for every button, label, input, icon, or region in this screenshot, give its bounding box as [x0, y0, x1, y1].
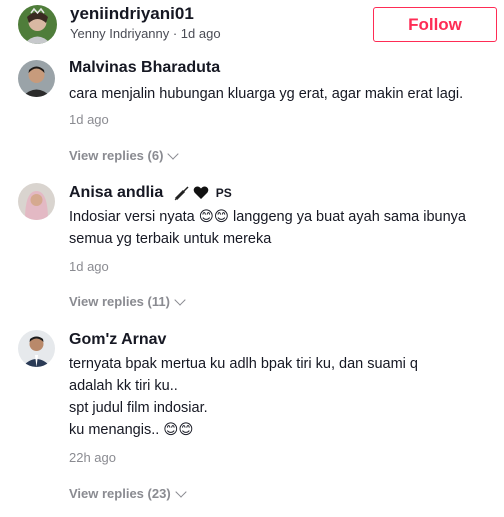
comment-author[interactable]: Anisa andlia PS — [69, 184, 232, 202]
name-suffix: PS — [215, 185, 232, 200]
author-username[interactable]: yeniindriyani01 — [70, 4, 194, 24]
view-replies-button[interactable]: View replies (23) — [69, 485, 187, 501]
comment-text: Indosiar versi nyata 😊😊 langgeng ya buat… — [69, 209, 466, 247]
view-replies-button[interactable]: View replies (11) — [69, 293, 186, 309]
avatar[interactable] — [18, 183, 55, 220]
heart-icon — [193, 186, 209, 200]
chevron-down-icon — [167, 147, 180, 160]
chevron-down-icon — [174, 485, 187, 498]
follow-button[interactable]: Follow — [373, 7, 497, 42]
avatar[interactable] — [18, 5, 57, 44]
comment-item: Gom'z Arnav ternyata bpak mertua ku adlh… — [0, 327, 504, 507]
comment-text-line: adalah kk tiri ku.. — [69, 378, 178, 394]
comment-time: 1d ago — [69, 112, 109, 127]
view-replies-label: View replies (23) — [69, 486, 171, 501]
comment-author[interactable]: Malvinas Bharaduta — [69, 59, 220, 77]
comment-text: cara menjalin hubungan kluarga yg erat, … — [69, 86, 464, 102]
view-replies-label: View replies (6) — [69, 148, 164, 163]
syringe-icon — [174, 186, 189, 201]
comment-text-line: spt judul film indosiar. — [69, 400, 208, 416]
comment-item: Malvinas Bharaduta cara menjalin hubunga… — [0, 55, 504, 165]
comment-time: 22h ago — [69, 450, 116, 465]
author-meta: Yenny Indriyanny · 1d ago — [70, 26, 221, 41]
comment-item: Anisa andlia PS Indosiar versi nyata 😊😊 … — [0, 180, 504, 310]
chevron-down-icon — [174, 293, 186, 306]
comment-text-line: ternyata bpak mertua ku adlh bpak tiri k… — [69, 356, 418, 372]
avatar[interactable] — [18, 330, 55, 367]
comment-text: ternyata bpak mertua ku adlh bpak tiri k… — [69, 353, 499, 441]
comment-time: 1d ago — [69, 259, 109, 274]
post-header: yeniindriyani01 Yenny Indriyanny · 1d ag… — [0, 0, 504, 50]
comment-text-line: ku menangis.. 😊😊 — [69, 422, 194, 438]
comment-author[interactable]: Gom'z Arnav — [69, 331, 166, 349]
avatar[interactable] — [18, 60, 55, 97]
view-replies-label: View replies (11) — [69, 294, 170, 309]
view-replies-button[interactable]: View replies (6) — [69, 147, 180, 163]
